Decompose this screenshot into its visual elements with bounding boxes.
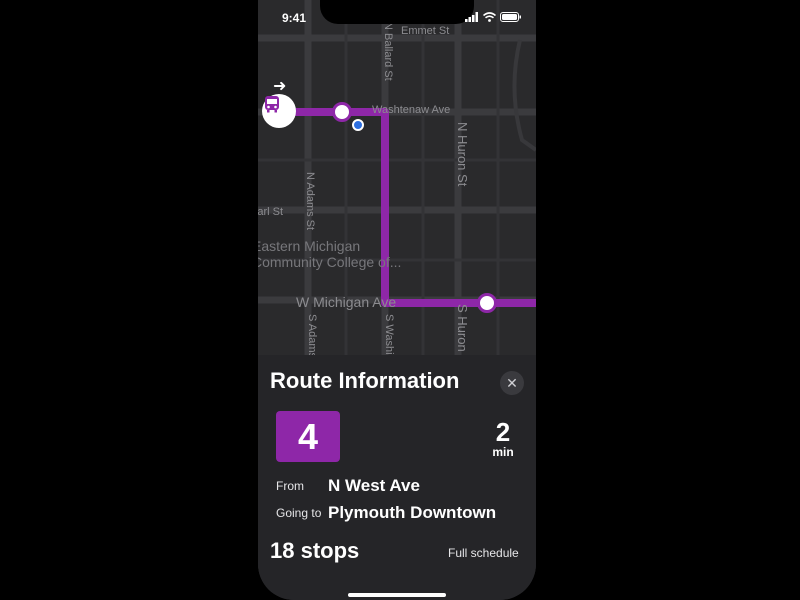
battery-icon xyxy=(500,12,521,22)
street-label-emmet: Emmet St xyxy=(401,25,450,37)
stops-count: 18 stops xyxy=(270,538,360,563)
route-number-badge: 4 xyxy=(276,411,340,462)
route-info-sheet: Route Information ✕ 4 2 min From N West … xyxy=(258,355,536,600)
going-to-value: Plymouth Downtown xyxy=(328,503,497,522)
wifi-icon xyxy=(483,12,496,22)
close-icon: ✕ xyxy=(506,374,518,391)
full-schedule-link[interactable]: Full schedule xyxy=(448,546,519,560)
bus-marker[interactable] xyxy=(262,94,296,128)
close-button[interactable]: ✕ xyxy=(500,371,524,395)
map-view[interactable]: Emmet St Washtenaw Ave N Huron St N Adam… xyxy=(258,0,536,382)
street-label-earl: Earl St xyxy=(258,206,284,218)
user-location-dot xyxy=(352,119,364,131)
phone-screen: Emmet St Washtenaw Ave N Huron St N Adam… xyxy=(258,0,536,600)
eta-unit: min xyxy=(492,445,514,459)
from-value: N West Ave xyxy=(328,476,420,495)
street-label-w-michigan: W Michigan Ave xyxy=(296,294,397,310)
street-label-s-adams: S Adams xyxy=(306,314,318,359)
arrow-right-icon: ➜ xyxy=(273,78,287,95)
device-notch xyxy=(320,0,474,24)
stop-marker[interactable] xyxy=(332,102,352,122)
signal-icon xyxy=(465,12,478,22)
stop-marker[interactable] xyxy=(477,293,497,313)
status-icons xyxy=(465,12,522,22)
poi-label-line2: Community College of... xyxy=(258,254,402,270)
bus-icon xyxy=(265,96,279,113)
street-label-n-huron: N Huron St xyxy=(455,122,470,187)
street-label-n-adams: N Adams St xyxy=(304,172,316,231)
street-label-washtenaw: Washtenaw Ave xyxy=(372,104,451,116)
going-to-label: Going to xyxy=(276,506,322,520)
from-label: From xyxy=(276,479,304,493)
status-time: 9:41 xyxy=(282,11,307,25)
poi-label: Eastern Michigan Community College of... xyxy=(258,238,401,270)
street-label-top: N Ballard St xyxy=(382,22,394,81)
street-label-s-huron: S Huron xyxy=(455,304,470,352)
home-indicator[interactable] xyxy=(348,593,446,597)
sheet-title: Route Information xyxy=(270,368,460,393)
eta-value: 2 xyxy=(495,417,511,447)
poi-label-line1: Eastern Michigan xyxy=(258,238,361,254)
